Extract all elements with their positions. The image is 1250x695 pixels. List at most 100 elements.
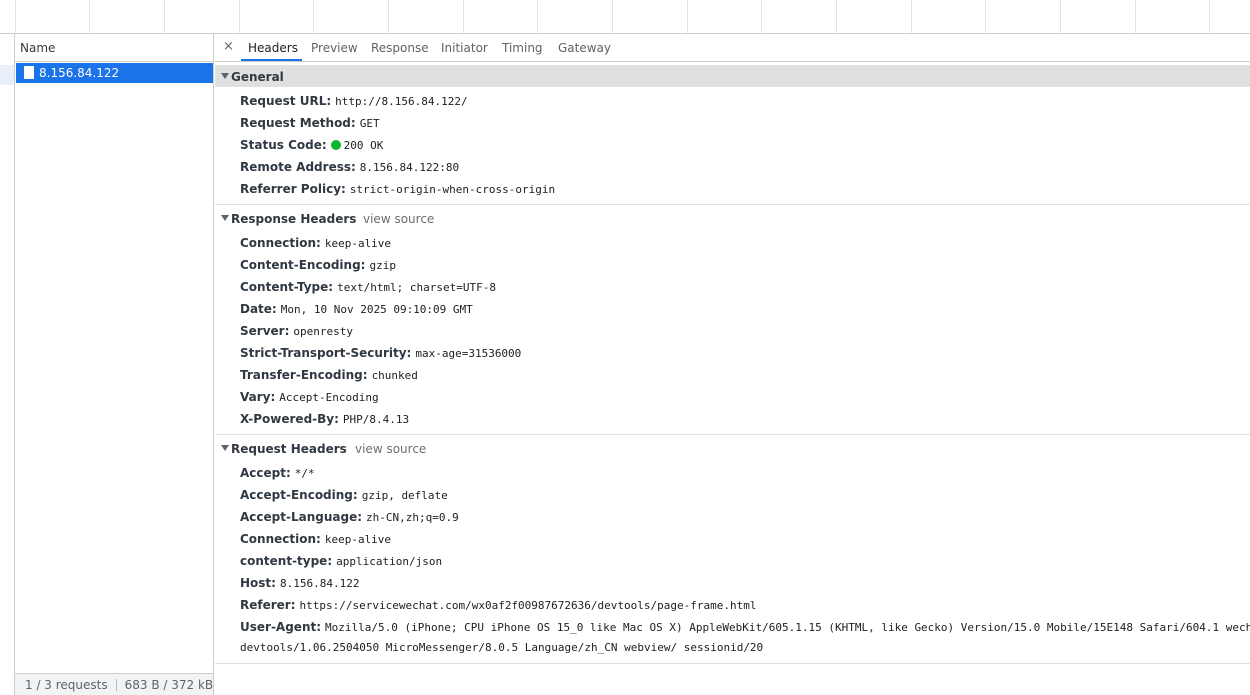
header-value: */* — [294, 467, 315, 480]
header-row: Strict-Transport-Security: max-age=315360… — [240, 346, 521, 364]
timeline-gridline — [239, 0, 240, 33]
timeline-gridline — [1135, 0, 1136, 33]
header-value: Mozilla/5.0 (iPhone; CPU iPhone OS 15_0 … — [325, 621, 1250, 634]
transfer-size: 683 B / 372 kB tra — [124, 678, 213, 692]
timeline-gridline — [1060, 0, 1061, 33]
tab-gateway[interactable]: Gateway — [558, 41, 611, 55]
view-source-link[interactable]: view source — [363, 212, 434, 226]
header-key: Status Code: — [240, 138, 327, 152]
header-key: Content-Encoding: — [240, 258, 366, 272]
status-separator — [115, 679, 117, 691]
tab-initiator[interactable]: Initiator — [441, 41, 488, 55]
header-key: Server: — [240, 324, 290, 338]
timeline-gridline — [313, 0, 314, 33]
header-row: Accept-Language: zh-CN,zh;q=0.9 — [240, 510, 459, 528]
request-detail-pane: × Headers Preview Response Initiator Tim… — [215, 34, 1250, 695]
header-row: content-type: application/json — [240, 554, 442, 572]
header-key: Accept-Encoding: — [240, 488, 358, 502]
header-value: gzip — [369, 259, 396, 272]
header-value: chunked — [371, 369, 418, 382]
header-row: Vary: Accept-Encoding — [240, 390, 379, 408]
status-ok-icon — [330, 140, 341, 150]
timeline-gridline — [388, 0, 389, 33]
request-row-selected[interactable]: 8.156.84.122 — [16, 63, 213, 83]
timeline-gridline — [15, 0, 16, 33]
header-key: content-type: — [240, 554, 333, 568]
header-value: https://servicewechat.com/wx0af2f0098767… — [299, 599, 757, 612]
header-row: X-Powered-By: PHP/8.4.13 — [240, 412, 409, 430]
section-title: General — [231, 70, 284, 84]
section-divider — [215, 663, 1250, 664]
document-icon — [24, 66, 34, 79]
triangle-down-icon — [221, 73, 229, 79]
header-row: Remote Address: 8.156.84.122:80 — [240, 160, 459, 178]
header-value: text/html; charset=UTF-8 — [337, 281, 497, 294]
tab-timing[interactable]: Timing — [502, 41, 543, 55]
header-key: Connection: — [240, 236, 321, 250]
header-row: Date: Mon, 10 Nov 2025 09:10:09 GMT — [240, 302, 473, 320]
header-key: User-Agent: — [240, 620, 322, 634]
section-response-headers-header[interactable]: Response Headers view source — [215, 207, 1250, 229]
header-value: GET — [359, 117, 380, 130]
header-row: Content-Encoding: gzip — [240, 258, 396, 276]
header-key: Accept-Language: — [240, 510, 363, 524]
timeline-gridline — [985, 0, 986, 33]
detail-tab-bar: × Headers Preview Response Initiator Tim… — [215, 34, 1250, 62]
timeline-gridline — [761, 0, 762, 33]
timeline-gridline — [537, 0, 538, 33]
header-key: Strict-Transport-Security: — [240, 346, 412, 360]
network-status-bar: 1 / 3 requests 683 B / 372 kB tra — [15, 673, 213, 695]
timeline-gridline — [164, 0, 165, 33]
header-row: User-Agent: Mozilla/5.0 (iPhone; CPU iPho… — [240, 620, 1250, 638]
close-icon[interactable]: × — [223, 39, 234, 54]
header-value: max-age=31536000 — [415, 347, 522, 360]
header-row: Referer: https://servicewechat.com/wx0af2… — [240, 598, 756, 616]
header-key: Content-Type: — [240, 280, 334, 294]
header-key: Request URL: — [240, 94, 332, 108]
triangle-down-icon — [221, 445, 229, 451]
header-value: keep-alive — [324, 533, 392, 546]
section-title: Response Headers — [231, 212, 357, 226]
selected-row-marker — [0, 65, 14, 85]
tab-preview[interactable]: Preview — [311, 41, 358, 55]
header-key: Connection: — [240, 532, 321, 546]
timeline-gridline — [911, 0, 912, 33]
tab-headers[interactable]: Headers — [248, 41, 298, 55]
header-value: 8.156.84.122:80 — [359, 161, 460, 174]
timeline-gridline — [836, 0, 837, 33]
header-key: Referrer Policy: — [240, 182, 346, 196]
header-row: Content-Type: text/html; charset=UTF-8 — [240, 280, 496, 298]
section-general-header[interactable]: General — [215, 65, 1250, 87]
header-value: http://8.156.84.122/ — [335, 95, 468, 108]
header-key: Referer: — [240, 598, 296, 612]
header-value: gzip, deflate — [361, 489, 448, 502]
name-column-header[interactable]: Name — [15, 34, 213, 62]
section-divider — [215, 204, 1250, 205]
header-key: X-Powered-By: — [240, 412, 339, 426]
header-key: Transfer-Encoding: — [240, 368, 368, 382]
header-row: Referrer Policy: strict-origin-when-cross… — [240, 182, 555, 200]
header-key: Date: — [240, 302, 277, 316]
section-request-headers-header[interactable]: Request Headers view source — [215, 437, 1250, 459]
header-row: Accept: */* — [240, 466, 315, 484]
header-key: Accept: — [240, 466, 291, 480]
section-divider — [215, 434, 1250, 435]
header-row: Connection: keep-alive — [240, 236, 391, 254]
timeline-gridline — [89, 0, 90, 33]
header-value: PHP/8.4.13 — [342, 413, 410, 426]
section-title: Request Headers — [231, 442, 347, 456]
header-value: Accept-Encoding — [279, 391, 379, 404]
header-row: Accept-Encoding: gzip, deflate — [240, 488, 448, 506]
header-value: keep-alive — [324, 237, 392, 250]
header-key: Vary: — [240, 390, 276, 404]
timeline-gridline — [687, 0, 688, 33]
triangle-down-icon — [221, 215, 229, 221]
header-value: zh-CN,zh;q=0.9 — [366, 511, 459, 524]
tab-response[interactable]: Response — [371, 41, 429, 55]
view-source-link[interactable]: view source — [355, 442, 426, 456]
header-value: openresty — [293, 325, 353, 338]
header-row: Transfer-Encoding: chunked — [240, 368, 418, 386]
timeline-gridline — [463, 0, 464, 33]
timeline-overview[interactable] — [0, 0, 1250, 34]
timeline-gridline — [1209, 0, 1210, 33]
